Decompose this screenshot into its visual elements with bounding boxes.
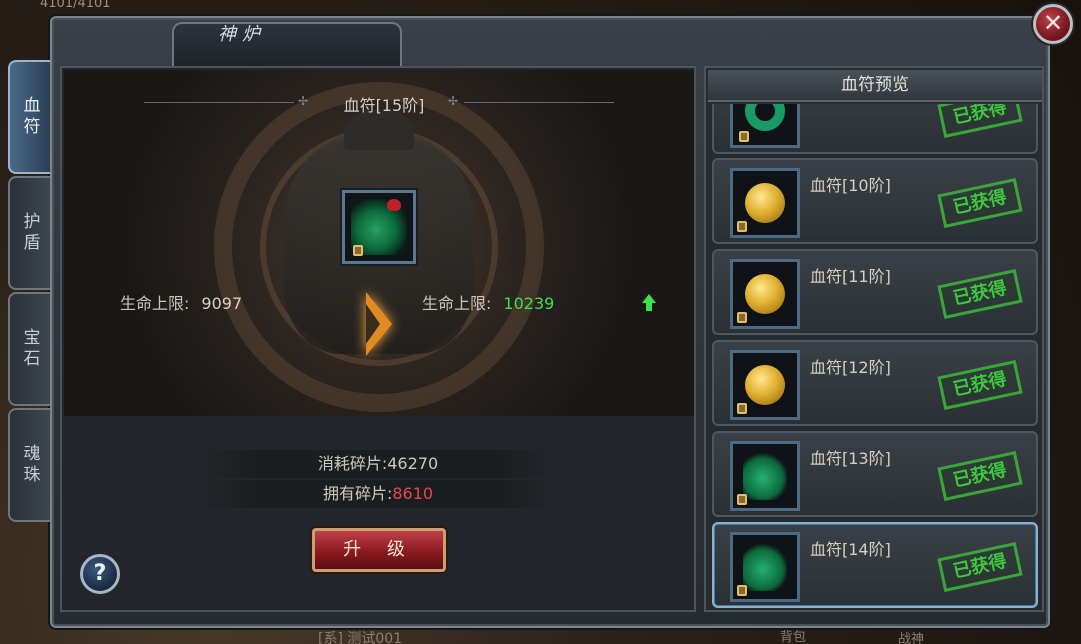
obtained-stamp: 已获得 [937,269,1023,319]
obtained-stamp: 已获得 [937,451,1023,501]
preview-item[interactable]: 已获得 [712,104,1038,154]
upgrade-panel: ✢ 血符[15阶] ✢ 生命上限: 9097 生命上限: 10239 消耗碎片:46… [60,66,696,612]
tab-soul-orb[interactable]: 魂珠 [8,408,50,522]
item-name: 血符[12阶] [810,358,891,377]
current-item-slot[interactable] [342,190,416,264]
tab-gem[interactable]: 宝石 [8,292,50,406]
tab-shield[interactable]: 护盾 [8,176,50,290]
current-stat-value: 9097 [201,294,243,313]
lock-icon [737,494,747,505]
preview-item[interactable]: 血符[12阶] 已获得 [712,340,1038,426]
cost-row: 消耗碎片:46270 [202,450,554,478]
help-button[interactable]: ? [80,554,120,594]
item-name: 血符[14阶] [810,540,891,559]
owned-row: 拥有碎片:8610 [202,480,554,508]
stage-title: 血符[15阶] [343,96,425,115]
lock-icon [737,221,747,232]
lock-icon [737,403,747,414]
current-stat: 生命上限: 9097 [120,290,242,314]
cauldron-lid-image [344,110,414,150]
cost-label: 消耗碎片: [317,454,388,473]
preview-item[interactable]: 血符[10阶] 已获得 [712,158,1038,244]
cost-value: 46270 [387,454,439,473]
obtained-stamp: 已获得 [937,178,1023,228]
current-stat-label: 生命上限: [120,294,190,313]
preview-item[interactable]: 血符[11阶] 已获得 [712,249,1038,335]
obtained-stamp: 已获得 [937,360,1023,410]
title-line-left [144,102,294,103]
preview-item-selected[interactable]: 血符[14阶] 已获得 [712,522,1038,608]
jade-pendant-icon [743,543,787,591]
gold-coin-icon [745,365,785,405]
item-slot [730,168,800,238]
title-ornament-right-icon: ✢ [448,94,459,108]
lock-icon [739,131,749,142]
next-stat: 生命上限: 10239 [422,290,554,314]
lock-icon [737,585,747,596]
background-player-name: [系] 测试001 [318,631,403,644]
preview-header: 血符预览 [708,70,1042,102]
preview-list[interactable]: 已获得 血符[10阶] 已获得 血符[11阶] 已获得 血符[12阶] 已获得 … [708,104,1042,610]
preview-panel: 血符预览 已获得 血符[10阶] 已获得 血符[11阶] 已获得 血符[12阶]… [704,66,1044,612]
item-slot [730,532,800,602]
increase-arrow-icon [642,294,656,312]
upgrade-button[interactable]: 升 级 [312,528,446,572]
background-bag-label: 背包 [780,630,807,644]
item-slot [730,350,800,420]
gold-coin-icon [745,274,785,314]
title-tab [172,22,402,70]
red-tassel-icon [387,199,401,211]
obtained-stamp: 已获得 [937,542,1023,592]
close-button[interactable]: ✕ [1033,4,1073,44]
jade-ring-icon [745,104,785,131]
jade-pendant-icon [743,452,787,500]
window-title: 神炉 [218,24,266,45]
item-slot [730,104,800,148]
lock-icon [353,245,363,256]
upgrade-arrow-inner [366,304,380,344]
background-hp-text: 4101/4101 [40,0,111,11]
gold-coin-icon [745,183,785,223]
obtained-stamp: 已获得 [937,104,1023,138]
next-stat-value: 10239 [503,294,555,313]
item-name: 血符[10阶] [810,176,891,195]
preview-item[interactable]: 血符[13阶] 已获得 [712,431,1038,517]
title-line-right [464,102,614,103]
lock-icon [737,312,747,323]
item-slot [730,259,800,329]
furnace-scene: ✢ 血符[15阶] ✢ 生命上限: 9097 生命上限: 10239 [64,70,694,416]
item-name: 血符[13阶] [810,449,891,468]
background-war-label: 战神 [898,632,925,644]
title-ornament-left-icon: ✢ [298,94,309,108]
owned-label: 拥有碎片: [322,484,393,503]
owned-value: 8610 [392,484,434,503]
item-slot [730,441,800,511]
item-name: 血符[11阶] [810,267,891,286]
next-stat-label: 生命上限: [422,294,492,313]
tab-blood-rune[interactable]: 血符 [8,60,50,174]
